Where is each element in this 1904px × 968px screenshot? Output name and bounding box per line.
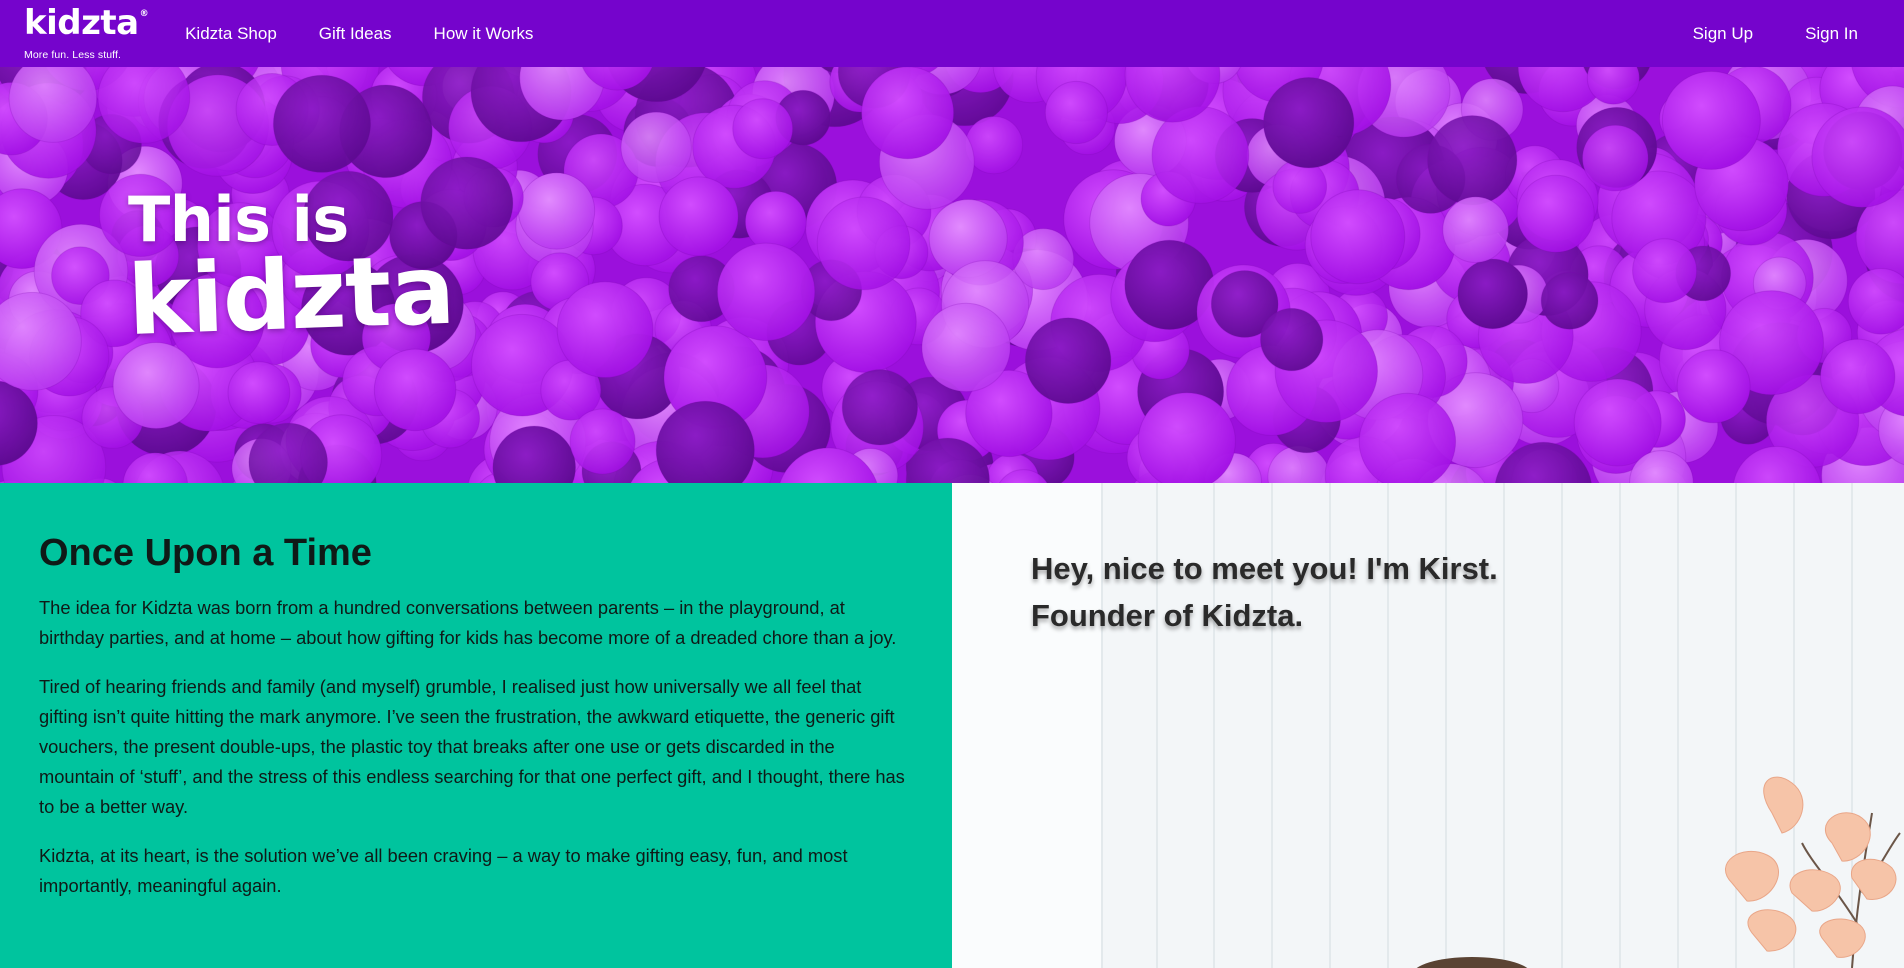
confetti-dot bbox=[1632, 238, 1698, 304]
founder-section: Hey, nice to meet you! I'm Kirst. Founde… bbox=[952, 483, 1904, 968]
top-navbar: kidzta® More fun. Less stuff. Kidzta Sho… bbox=[0, 0, 1904, 67]
story-paragraph-2: Tired of hearing friends and family (and… bbox=[39, 676, 905, 817]
confetti-dot bbox=[921, 302, 1011, 393]
confetti-dot bbox=[227, 361, 291, 425]
confetti-dot bbox=[569, 408, 636, 475]
confetti-dot bbox=[1260, 307, 1324, 372]
confetti-dot bbox=[1024, 317, 1112, 405]
sign-in-link[interactable]: Sign In bbox=[1805, 24, 1858, 44]
primary-nav: Kidzta Shop Gift Ideas How it Works bbox=[185, 24, 533, 44]
logo-text: kidzta bbox=[24, 2, 139, 43]
story-heading: Once Upon a Time bbox=[39, 532, 372, 574]
founder-greeting: Hey, nice to meet you! I'm Kirst. Founde… bbox=[1031, 545, 1498, 639]
confetti-dot bbox=[732, 98, 794, 160]
confetti-dot bbox=[1263, 77, 1355, 169]
confetti-dot bbox=[1457, 258, 1528, 330]
confetti-dot bbox=[1310, 189, 1406, 285]
sign-up-link[interactable]: Sign Up bbox=[1693, 24, 1753, 44]
confetti-dot bbox=[861, 67, 955, 160]
confetti-dot bbox=[1427, 115, 1518, 206]
nav-link-how-it-works[interactable]: How it Works bbox=[434, 24, 534, 44]
confetti-dot bbox=[1540, 271, 1599, 330]
confetti-dot bbox=[716, 242, 816, 342]
confetti-dot bbox=[620, 111, 692, 184]
confetti-dot bbox=[1516, 174, 1595, 253]
registered-mark: ® bbox=[139, 8, 149, 19]
confetti-dot bbox=[1820, 338, 1896, 415]
confetti-dot bbox=[518, 172, 596, 250]
confetti-dot bbox=[272, 74, 372, 173]
confetti-dot bbox=[744, 190, 807, 253]
confetti-dot bbox=[1811, 106, 1904, 208]
confetti-dot bbox=[1582, 124, 1649, 192]
confetti-dot bbox=[1272, 159, 1328, 214]
confetti-dot bbox=[841, 369, 919, 446]
kidzta-logo[interactable]: kidzta® More fun. Less stuff. bbox=[24, 6, 149, 61]
founder-greeting-line-2: Founder of Kidzta. bbox=[1031, 598, 1304, 633]
confetti-dot bbox=[556, 281, 654, 379]
founder-greeting-line-1: Hey, nice to meet you! I'm Kirst. bbox=[1031, 551, 1498, 586]
account-nav: Sign Up Sign In bbox=[1693, 24, 1858, 44]
story-paragraph-1: The idea for Kidzta was born from a hund… bbox=[39, 597, 897, 648]
confetti-dot bbox=[1044, 80, 1109, 145]
story-paragraph-3: Kidzta, at its heart, is the solution we… bbox=[39, 845, 848, 896]
confetti-dot bbox=[1661, 70, 1761, 170]
nav-link-gift-ideas[interactable]: Gift Ideas bbox=[319, 24, 392, 44]
hero-title-line-2: kidzta bbox=[126, 233, 456, 357]
confetti-dot bbox=[658, 176, 739, 257]
confetti-dot bbox=[1442, 196, 1509, 263]
confetti-dot bbox=[1676, 349, 1751, 424]
confetti-dot bbox=[1358, 392, 1457, 483]
logo-wordmark: kidzta® bbox=[24, 6, 149, 48]
confetti-dot bbox=[373, 348, 457, 432]
story-section: Once Upon a Time The idea for Kidzta was… bbox=[0, 483, 952, 968]
hero-banner: This is kidzta bbox=[0, 67, 1904, 483]
logo-tagline: More fun. Less stuff. bbox=[24, 48, 122, 61]
hero-title: This is kidzta bbox=[126, 187, 456, 357]
confetti-dot bbox=[816, 196, 911, 291]
nav-link-kidzta-shop[interactable]: Kidzta Shop bbox=[185, 24, 277, 44]
confetti-dot bbox=[1137, 392, 1236, 483]
